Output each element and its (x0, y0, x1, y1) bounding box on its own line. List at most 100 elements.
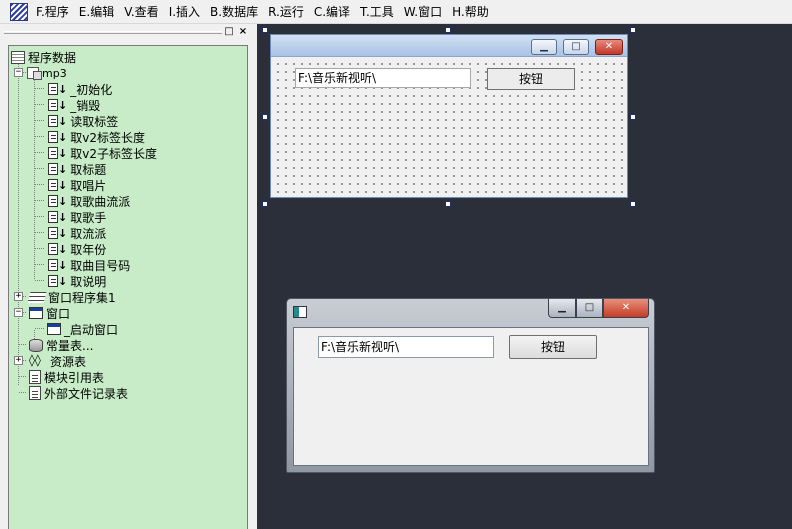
tree-item-sub[interactable]: ↓ 取歌手 (47, 209, 106, 225)
arrow-down-icon: ↓ (58, 258, 68, 272)
menu-help[interactable]: H.帮助 (448, 0, 493, 24)
panel-restore-icon[interactable]: □ (223, 26, 235, 38)
tree-item-sub[interactable]: ↓ _销毁 (47, 97, 100, 113)
subroutine-icon (48, 259, 58, 271)
menu-compile[interactable]: C.编译 (310, 0, 354, 24)
module-ref-icon (29, 370, 41, 384)
collapse-toggle-windows[interactable]: − (14, 308, 23, 317)
maximize-icon[interactable]: □ (576, 299, 603, 318)
file-list-icon (29, 386, 41, 400)
resize-handle[interactable] (262, 27, 268, 33)
arrow-down-icon: ↓ (58, 242, 68, 256)
panel-titlebar: □ × (0, 24, 257, 40)
resize-handle[interactable] (262, 114, 268, 120)
tree-item-sub[interactable]: ↓ 取年份 (47, 241, 106, 257)
subroutine-icon (48, 195, 58, 207)
tree-item-label: 取说明 (70, 274, 107, 289)
tree-item-sub[interactable]: ↓ 取唱片 (47, 177, 106, 193)
tree-item-label: 窗口 (46, 306, 71, 321)
tree-item-sub[interactable]: ↓ 取说明 (47, 273, 106, 289)
menu-edit[interactable]: E.编辑 (75, 0, 118, 24)
design-form[interactable]: ▁ □ ✕ F:\音乐新视听\ 按钮 (270, 34, 628, 198)
menu-run[interactable]: R.运行 (264, 0, 308, 24)
resize-handle[interactable] (445, 201, 451, 207)
tree-item-label: _销毁 (70, 98, 101, 113)
tree-item-sub[interactable]: ↓ 取标题 (47, 161, 106, 177)
tree-item-sub[interactable]: ↓ 读取标签 (47, 113, 118, 129)
design-form-titlebar[interactable]: ▁ □ ✕ (271, 35, 627, 57)
tree-item-label: 窗口程序集1 (48, 290, 116, 305)
tree-connector-lines (18, 64, 45, 393)
preview-button[interactable]: 按钮 (509, 335, 597, 359)
resize-handle[interactable] (630, 201, 636, 207)
tree-item-label: 读取标签 (70, 114, 119, 129)
arrow-down-icon: ↓ (58, 146, 68, 160)
tree-item-sub[interactable]: ↓ 取v2子标签长度 (47, 145, 157, 161)
tree-item-label: 取歌手 (70, 210, 107, 225)
maximize-icon[interactable]: □ (563, 39, 589, 55)
arrow-down-icon: ↓ (58, 210, 68, 224)
menu-insert[interactable]: I.插入 (165, 0, 204, 24)
module-icon (27, 67, 42, 80)
tree-item-external-files[interactable]: 外部文件记录表 (29, 385, 128, 401)
expand-toggle-resources[interactable]: + (14, 356, 23, 365)
panel-grip[interactable] (4, 31, 222, 34)
subroutine-icon (48, 163, 58, 175)
tree-item-constants[interactable]: 常量表... (29, 337, 93, 353)
arrow-down-icon: ↓ (58, 114, 68, 128)
resize-handle[interactable] (262, 201, 268, 207)
tree-item-label: _初始化 (70, 82, 113, 97)
minimize-icon[interactable]: ▁ (548, 299, 576, 318)
tree-item-label: 取曲目号码 (70, 258, 131, 273)
tree-item-window-set[interactable]: 窗口程序集1 (27, 289, 116, 305)
tree-item-sub[interactable]: ↓ 取歌曲流派 (47, 193, 130, 209)
preview-window-titlebar[interactable]: ▁ □ ✕ (287, 299, 654, 325)
tree-item-label: 程序数据 (28, 50, 77, 65)
tree-item-sub[interactable]: ↓ _初始化 (47, 81, 112, 97)
tree-item-label: 取标题 (70, 162, 107, 177)
tree-item-sub[interactable]: ↓ 取流派 (47, 225, 106, 241)
panel-close-icon[interactable]: × (237, 26, 249, 38)
tree-item-label: 取v2子标签长度 (70, 146, 157, 161)
subroutine-icon (48, 115, 58, 127)
tree-item-module-refs[interactable]: 模块引用表 (29, 369, 104, 385)
preview-window[interactable]: ▁ □ ✕ F:\音乐新视听\ 按钮 (286, 298, 655, 473)
subroutine-icon (48, 275, 58, 287)
close-icon[interactable]: ✕ (595, 39, 623, 55)
design-path-input[interactable]: F:\音乐新视听\ (295, 68, 471, 88)
close-icon[interactable]: ✕ (603, 299, 649, 318)
preview-window-client: F:\音乐新视听\ 按钮 (293, 327, 649, 466)
menu-tools[interactable]: T.工具 (356, 0, 398, 24)
tree-item-root[interactable]: 程序数据 (11, 49, 76, 65)
preview-path-input[interactable]: F:\音乐新视听\ (318, 336, 494, 358)
collapse-toggle-mp3[interactable]: − (14, 68, 23, 77)
tree-item-resources[interactable]: ◊◊ 资源表 (29, 353, 86, 369)
tree-item-label: mp3 (42, 66, 67, 80)
menu-window[interactable]: W.窗口 (400, 0, 446, 24)
tree-item-sub[interactable]: ↓ 取曲目号码 (47, 257, 130, 273)
tree-item-windows[interactable]: 窗口 (29, 305, 70, 321)
window-icon (47, 323, 61, 335)
tree-item-label: 取年份 (70, 242, 107, 257)
tree-item-label: 取歌曲流派 (70, 194, 131, 209)
expand-toggle-window-set[interactable]: + (14, 292, 23, 301)
resize-handle[interactable] (630, 27, 636, 33)
design-button[interactable]: 按钮 (487, 68, 575, 90)
tree-item-module-mp3[interactable]: mp3 (27, 65, 67, 81)
tree-item-label: 取唱片 (70, 178, 107, 193)
tree-item-label: 常量表... (46, 338, 94, 353)
tree-item-label: 模块引用表 (44, 370, 105, 385)
menu-database[interactable]: B.数据库 (206, 0, 262, 24)
design-form-client-grid[interactable]: F:\音乐新视听\ 按钮 (271, 57, 627, 197)
menu-view[interactable]: V.查看 (120, 0, 162, 24)
tree-item-sub[interactable]: ↓ 取v2标签长度 (47, 129, 145, 145)
project-tree: 程序数据 − mp3 ↓ _初始化 ↓ _销毁 ↓ 读取标签 ↓ 取v2标签长度 (8, 45, 248, 529)
subroutine-icon (48, 179, 58, 191)
minimize-icon[interactable]: ▁ (531, 39, 557, 55)
resize-handle[interactable] (630, 114, 636, 120)
menu-program[interactable]: F.程序 (32, 0, 73, 24)
resize-handle[interactable] (445, 27, 451, 33)
tree-item-startup-window[interactable]: _启动窗口 (47, 321, 118, 337)
arrow-down-icon: ↓ (58, 162, 68, 176)
database-root-icon (11, 50, 25, 64)
